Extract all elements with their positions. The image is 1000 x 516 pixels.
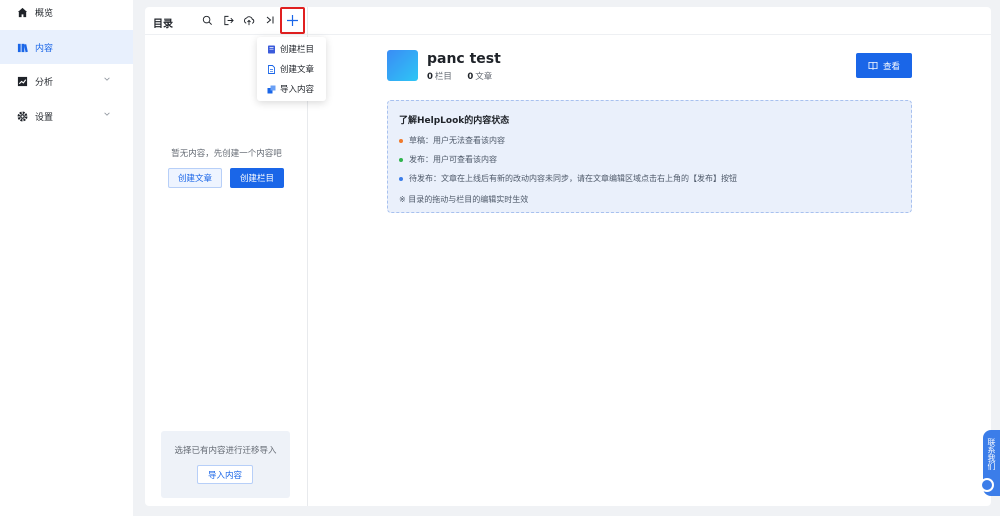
sidebar-item-label: 分析 xyxy=(35,77,54,88)
info-row-draft: 草稿：用户无法查看该内容 xyxy=(399,135,505,146)
space-avatar xyxy=(387,50,418,81)
sidebar-item-settings[interactable]: 设置 xyxy=(0,99,133,133)
column-label: 栏目 xyxy=(434,72,452,82)
book-icon xyxy=(267,45,276,54)
article-label: 文章 xyxy=(475,72,493,82)
content-icon xyxy=(16,41,28,53)
add-dropdown-menu: 创建栏目 创建文章 导入内容 xyxy=(257,37,326,101)
sidebar-item-label: 设置 xyxy=(35,112,54,123)
analytics-icon xyxy=(16,75,28,87)
column-count: 0 xyxy=(427,72,433,82)
menu-item-create-column[interactable]: 创建栏目 xyxy=(267,42,314,56)
contact-tab-label: 联系我们 xyxy=(987,438,996,470)
space-stats: 0 栏目 0 文章 xyxy=(427,70,492,82)
status-dot-green xyxy=(399,157,403,162)
gear-icon xyxy=(16,110,28,122)
info-note: ※ 目录的拖动与栏目的编辑实时生效 xyxy=(399,195,529,204)
status-info-box: 了解HelpLook的内容状态 草稿：用户无法查看该内容 发布：用户可查看该内容… xyxy=(387,100,912,213)
article-count: 0 xyxy=(467,72,474,82)
menu-item-label: 导入内容 xyxy=(280,85,315,95)
sidebar: 概览 内容 分析 设置 xyxy=(0,0,133,516)
import-icon xyxy=(267,85,276,94)
import-box: 选择已有内容进行迁移导入 导入内容 xyxy=(161,431,290,498)
sidebar-item-content[interactable]: 内容 xyxy=(0,30,133,64)
menu-item-create-article[interactable]: 创建文章 xyxy=(267,62,314,76)
home-icon xyxy=(16,6,28,18)
menu-item-label: 创建栏目 xyxy=(280,45,315,55)
status-dot-blue xyxy=(399,176,403,181)
info-row-text: 待发布：文章在上线后有新的改动内容未同步，请在文章编辑区域点击右上角的【发布】按… xyxy=(409,174,737,183)
book-open-icon xyxy=(868,61,878,70)
sidebar-item-label: 内容 xyxy=(35,43,54,54)
create-article-button[interactable]: 创建文章 xyxy=(168,168,222,188)
info-row-text: 草稿：用户无法查看该内容 xyxy=(409,136,505,145)
space-title: panc test xyxy=(427,51,501,67)
sidebar-item-analytics[interactable]: 分析 xyxy=(0,64,133,98)
import-hint: 选择已有内容进行迁移导入 xyxy=(174,446,277,456)
info-row-text: 发布：用户可查看该内容 xyxy=(409,155,497,164)
info-title: 了解HelpLook的内容状态 xyxy=(399,116,510,126)
sidebar-item-overview[interactable]: 概览 xyxy=(0,0,133,29)
document-icon xyxy=(267,64,276,74)
chat-bubble-icon[interactable] xyxy=(980,478,994,492)
sidebar-item-label: 概览 xyxy=(35,8,54,19)
chevron-down-icon xyxy=(103,75,113,85)
import-content-button[interactable]: 导入内容 xyxy=(197,465,253,484)
empty-state-text: 暂无内容，先创建一个内容吧 xyxy=(171,149,282,159)
status-dot-orange xyxy=(399,138,403,143)
view-button-label: 查看 xyxy=(882,61,900,72)
info-row-pending: 待发布：文章在上线后有新的改动内容未同步，请在文章编辑区域点击右上角的【发布】按… xyxy=(399,173,737,184)
chevron-down-icon xyxy=(103,110,113,120)
menu-item-label: 创建文章 xyxy=(280,65,315,75)
create-column-button[interactable]: 创建栏目 xyxy=(230,168,284,188)
menu-item-import[interactable]: 导入内容 xyxy=(267,82,314,96)
view-button[interactable]: 查看 xyxy=(856,53,912,78)
info-row-published: 发布：用户可查看该内容 xyxy=(399,154,497,165)
